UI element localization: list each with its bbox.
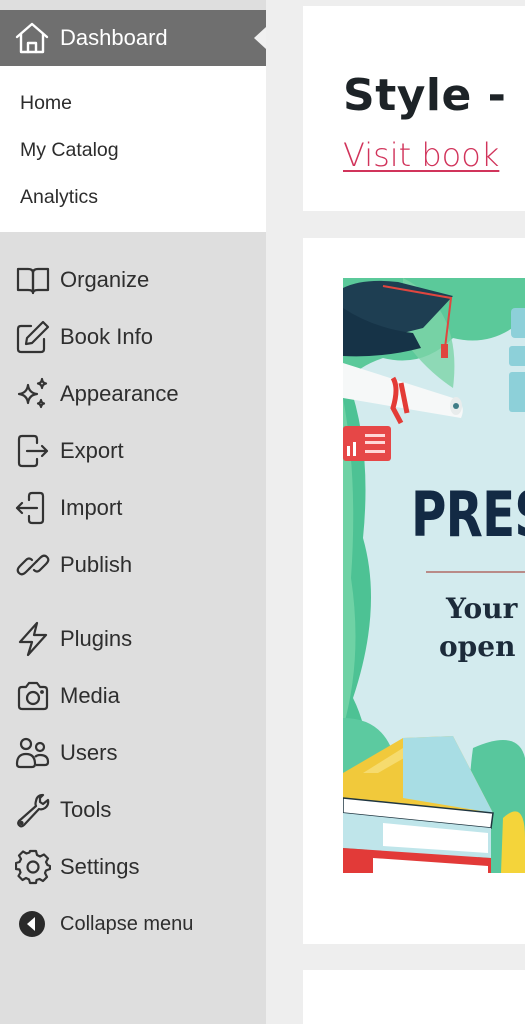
- current-indicator: [254, 27, 266, 49]
- edit-pencil-icon: [14, 319, 52, 355]
- book-header-card: Style - U Visit book: [303, 6, 525, 211]
- admin-sidebar: Dashboard Home My Catalog Analytics Orga…: [0, 0, 266, 1024]
- sparkles-icon: [14, 376, 52, 412]
- cover-subtitle-line2: open: [439, 630, 516, 663]
- sidebar-item-import[interactable]: Import: [0, 483, 266, 533]
- sidebar-item-dashboard[interactable]: Dashboard: [0, 10, 266, 66]
- submenu-item-analytics[interactable]: Analytics: [0, 184, 266, 231]
- import-icon: [14, 490, 52, 526]
- sidebar-item-label: Book Info: [60, 324, 153, 349]
- sidebar-item-tools[interactable]: Tools: [0, 785, 266, 835]
- collapse-arrow-icon: [14, 906, 52, 942]
- sidebar-item-label: Appearance: [60, 381, 179, 406]
- lightning-icon: [14, 621, 52, 657]
- sidebar-item-label: Media: [60, 683, 120, 708]
- cover-illustration: [343, 278, 525, 873]
- dashboard-label: Dashboard: [60, 25, 168, 50]
- collapse-menu-button[interactable]: Collapse menu: [0, 899, 266, 949]
- sidebar-item-settings[interactable]: Settings: [0, 842, 266, 892]
- sidebar-item-label: Import: [60, 495, 123, 520]
- sidebar-item-label: Users: [60, 740, 118, 765]
- sidebar-item-users[interactable]: Users: [0, 728, 266, 778]
- submenu-item-my-catalog[interactable]: My Catalog: [0, 137, 266, 184]
- sidebar-item-publish[interactable]: Publish: [0, 540, 266, 590]
- sidebar-item-label: Export: [60, 438, 124, 463]
- sidebar-item-organize[interactable]: Organize: [0, 255, 266, 305]
- submenu-item-home[interactable]: Home: [0, 90, 266, 137]
- book-open-icon: [14, 262, 52, 298]
- link-icon: [14, 547, 52, 583]
- gear-icon: [14, 849, 52, 885]
- sidebar-item-export[interactable]: Export: [0, 426, 266, 476]
- book-cover-image[interactable]: PRES Your open: [343, 278, 525, 873]
- wrench-icon: [14, 792, 52, 828]
- visit-book-link[interactable]: Visit book: [343, 136, 499, 174]
- sidebar-item-label: Plugins: [60, 626, 133, 651]
- cover-subtitle-line1: Your: [446, 592, 518, 625]
- sidebar-item-media[interactable]: Media: [0, 671, 266, 721]
- collapse-menu-label: Collapse menu: [60, 912, 194, 935]
- cover-title: PRES: [411, 478, 525, 551]
- sidebar-item-label: Settings: [60, 854, 140, 879]
- export-icon: [14, 433, 52, 469]
- home-icon: [14, 21, 50, 55]
- page-title: Style - U: [343, 70, 525, 121]
- sidebar-item-appearance[interactable]: Appearance: [0, 369, 266, 419]
- camera-icon: [14, 678, 52, 714]
- book-cover-card: PRES Your open: [303, 238, 525, 944]
- sidebar-item-label: Publish: [60, 552, 133, 577]
- sidebar-item-plugins[interactable]: Plugins: [0, 614, 266, 664]
- users-icon: [14, 735, 52, 771]
- cover-divider: [426, 571, 525, 573]
- sidebar-item-label: Organize: [60, 267, 150, 292]
- content-card: [303, 970, 525, 1024]
- sidebar-item-label: Tools: [60, 797, 112, 822]
- sidebar-item-book-info[interactable]: Book Info: [0, 312, 266, 362]
- dashboard-submenu: Home My Catalog Analytics: [0, 66, 266, 232]
